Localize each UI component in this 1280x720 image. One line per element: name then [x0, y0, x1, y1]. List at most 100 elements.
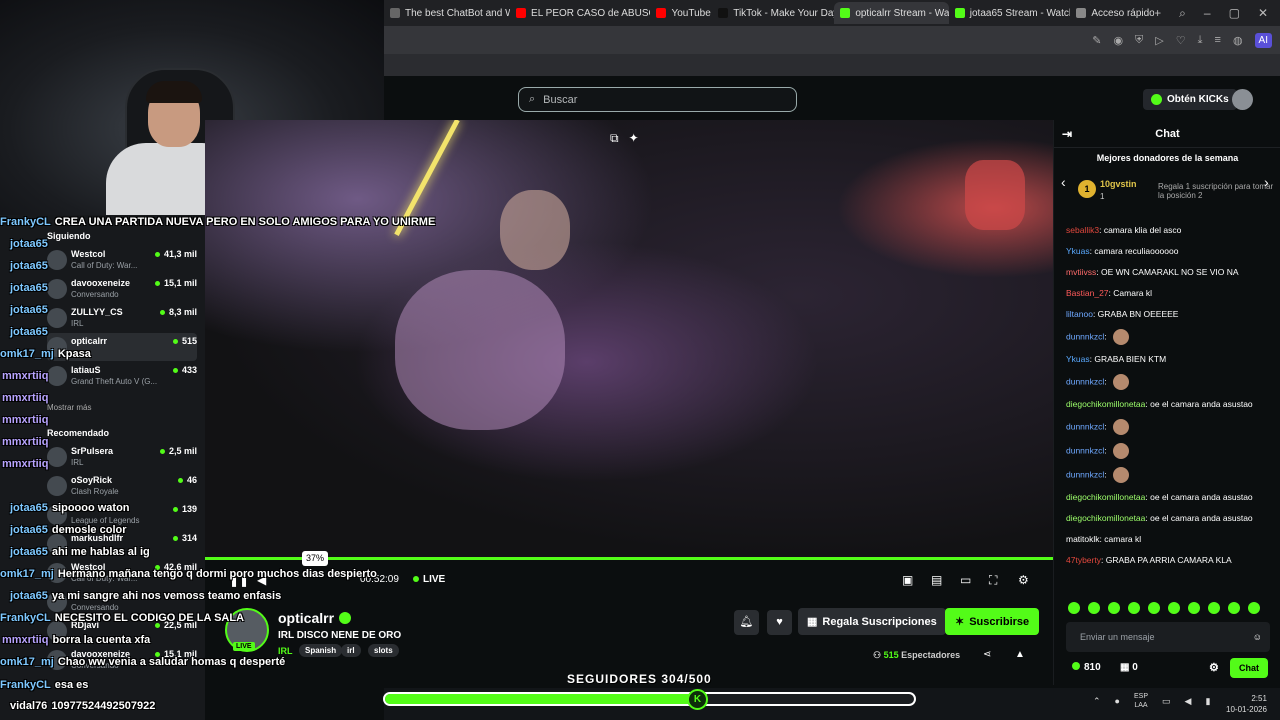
- chat-username[interactable]: dunnnkzcl: [1066, 376, 1104, 386]
- sidebar-channel-item[interactable]: ZULLYY_CS IRL 8,3 mil: [47, 304, 197, 332]
- chat-username[interactable]: diegochikomillonetaa: [1066, 399, 1145, 409]
- heart-icon[interactable]: ♡: [1176, 34, 1186, 47]
- chat-username[interactable]: Ykuas: [1066, 246, 1090, 256]
- chat-username[interactable]: Ykuas: [1066, 354, 1090, 364]
- sidebar-channel-item[interactable]: Westcol Call of Duty: War... 41,3 mil: [47, 246, 197, 274]
- ai-button[interactable]: AI: [1254, 32, 1272, 48]
- clip-icon[interactable]: ⧉: [610, 131, 619, 146]
- taskbar-clock[interactable]: 2:51 10-01-2026: [1226, 693, 1267, 715]
- chat-settings-icon[interactable]: ⚙: [1209, 661, 1219, 674]
- tag-chip[interactable]: irl: [341, 644, 361, 657]
- emote-icon[interactable]: [1088, 602, 1100, 614]
- donor-rank-badge: 1: [1078, 180, 1096, 198]
- chat-username[interactable]: seballik3: [1066, 225, 1099, 235]
- search-placeholder: Buscar: [543, 93, 578, 106]
- share-icon[interactable]: ⋖: [983, 649, 991, 660]
- camera-icon[interactable]: ◉: [1113, 34, 1123, 47]
- miniplayer-icon[interactable]: ▣: [902, 573, 913, 587]
- shield-icon[interactable]: ⛨: [1135, 34, 1143, 47]
- fullscreen-icon[interactable]: ⛶: [989, 573, 997, 588]
- tag-chip[interactable]: Spanish: [299, 644, 343, 657]
- emote-icon[interactable]: [1068, 602, 1080, 614]
- download-icon[interactable]: ⤓: [1198, 34, 1203, 47]
- bell-icon[interactable]: 🔔︎: [734, 610, 759, 635]
- gift-subs-button[interactable]: ▦ Regala Suscripciones: [798, 608, 946, 635]
- maximize-icon[interactable]: ▢: [1229, 6, 1240, 21]
- browser-tab[interactable]: YouTube: [650, 2, 712, 24]
- search-input[interactable]: ⌕ Buscar: [518, 87, 797, 112]
- volume-icon[interactable]: ◀: [1185, 696, 1192, 707]
- browser-tab[interactable]: opticalrr Stream - Wat: [834, 2, 949, 24]
- browser-tab[interactable]: The best ChatBot and W: [384, 2, 510, 24]
- menu-icon[interactable]: ≡: [1215, 34, 1221, 46]
- donor-name[interactable]: 10gvstin: [1100, 179, 1137, 189]
- battery-icon[interactable]: ▮: [1205, 696, 1210, 707]
- chat-username[interactable]: diegochikomillonetaa: [1066, 513, 1145, 523]
- chat-username[interactable]: liltanoo: [1066, 309, 1093, 319]
- video-progress-bar[interactable]: [205, 557, 1053, 560]
- chevron-up-icon[interactable]: ⌃: [1093, 696, 1101, 707]
- browser-tab[interactable]: Acceso rápido: [1070, 2, 1154, 24]
- edit-icon[interactable]: ✎: [1092, 34, 1101, 47]
- get-kicks-button[interactable]: Obtén KICKs: [1143, 89, 1237, 110]
- chat-message-text: oe el camara anda asustao: [1150, 399, 1253, 409]
- stream-category[interactable]: IRL: [278, 646, 293, 656]
- sparkle-icon[interactable]: ✦: [629, 131, 639, 146]
- emote-icon[interactable]: [1208, 602, 1220, 614]
- wide-mode-icon[interactable]: ▭: [960, 573, 971, 587]
- close-icon[interactable]: ✕: [1258, 6, 1268, 21]
- chat-input[interactable]: Enviar un mensaje ☺: [1066, 622, 1270, 652]
- sidebar-channel-item[interactable]: latiauS Grand Theft Auto V (G... 433: [47, 362, 197, 390]
- donor-gift-prompt[interactable]: Regala 1 suscripción para tomar la posic…: [1158, 182, 1276, 200]
- emote-icon[interactable]: [1128, 602, 1140, 614]
- show-more-link[interactable]: Mostrar más: [47, 403, 91, 412]
- settings-icon[interactable]: ⚙: [1018, 573, 1029, 587]
- theater-icon[interactable]: ▤: [931, 573, 942, 587]
- language-indicator[interactable]: ESP LAA: [1134, 692, 1148, 710]
- emote-icon[interactable]: [1168, 602, 1180, 614]
- play-icon[interactable]: ▷: [1155, 34, 1163, 47]
- tag-chip[interactable]: slots: [368, 644, 399, 657]
- video-player[interactable]: [205, 120, 1053, 560]
- kicks-balance[interactable]: 810: [1072, 662, 1101, 673]
- chevron-left-icon[interactable]: ‹: [1061, 174, 1066, 190]
- chat-username[interactable]: dunnnkzcl: [1066, 445, 1104, 455]
- streamer-name[interactable]: opticalrr: [278, 610, 334, 626]
- send-chat-button[interactable]: Chat: [1230, 658, 1268, 678]
- browser-tab[interactable]: TikTok - Make Your Day: [712, 2, 834, 24]
- sidebar-channel-item[interactable]: davooxeneize Conversando 15,1 mil: [47, 275, 197, 303]
- emote-icon[interactable]: [1148, 602, 1160, 614]
- chat-username[interactable]: dunnnkzcl: [1066, 421, 1104, 431]
- minimize-icon[interactable]: –: [1204, 6, 1211, 21]
- overlay-chat-username: jotaa65: [10, 590, 48, 602]
- search-tabs-icon[interactable]: ⌕: [1179, 6, 1186, 21]
- sidebar-channel-item[interactable]: oSoyRick Clash Royale 46: [47, 472, 197, 500]
- network-icon[interactable]: ▭: [1162, 696, 1171, 707]
- chat-username[interactable]: dunnnkzcl: [1066, 331, 1104, 341]
- emote-icon[interactable]: [1248, 602, 1260, 614]
- browser-tab[interactable]: jotaa65 Stream - Watch: [949, 2, 1070, 24]
- gifts-balance[interactable]: ▦ 0: [1120, 662, 1138, 673]
- profile-icon[interactable]: ◍: [1233, 34, 1243, 47]
- emote-icon[interactable]: [1228, 602, 1240, 614]
- user-avatar[interactable]: [1232, 89, 1253, 110]
- emote-icon[interactable]: [1108, 602, 1120, 614]
- mic-icon[interactable]: ●: [1115, 696, 1120, 706]
- subscribe-button[interactable]: ✶ Suscribirse: [945, 608, 1040, 635]
- collapse-chat-icon[interactable]: ⇥: [1062, 120, 1072, 148]
- chat-username[interactable]: 47tyberty: [1066, 555, 1101, 565]
- chevron-right-icon[interactable]: ›: [1264, 174, 1269, 190]
- chat-username[interactable]: matitoklk: [1066, 534, 1100, 544]
- browser-tab[interactable]: EL PEOR CASO de ABUSO: [510, 2, 650, 24]
- chat-message: dunnnkzcl:: [1066, 467, 1271, 483]
- chat-username[interactable]: diegochikomillonetaa: [1066, 492, 1145, 502]
- report-icon[interactable]: ▲: [1015, 649, 1025, 660]
- chat-username[interactable]: mvtiivss: [1066, 267, 1096, 277]
- chat-username[interactable]: Bastian_27: [1066, 288, 1109, 298]
- add-tab-icon[interactable]: +: [1154, 6, 1161, 21]
- heart-follow-icon[interactable]: ♥: [767, 610, 792, 635]
- chat-username[interactable]: dunnnkzcl: [1066, 469, 1104, 479]
- emoji-icon[interactable]: ☺: [1253, 622, 1262, 652]
- emote-icon[interactable]: [1188, 602, 1200, 614]
- sidebar-channel-item[interactable]: SrPulsera IRL 2,5 mil: [47, 443, 197, 471]
